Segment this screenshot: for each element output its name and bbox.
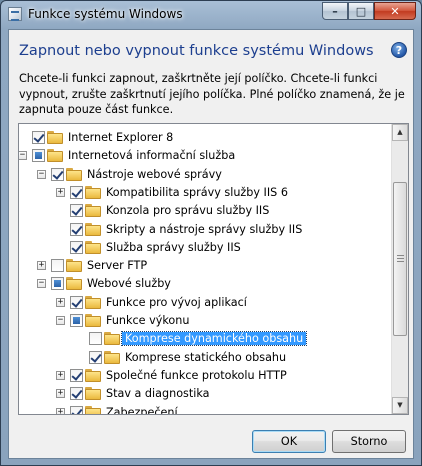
tree-item[interactable]: Komprese dynamického obsahu: [19, 330, 392, 348]
folder-icon: [85, 240, 101, 254]
scroll-up-button[interactable]: ▲: [392, 124, 408, 141]
tree-item[interactable]: Skripty a nástroje správy služby IIS: [19, 221, 392, 239]
folder-icon: [85, 314, 101, 327]
tree-item[interactable]: Služba správy služby IIS: [19, 239, 392, 257]
tree-item-label: Komprese dynamického obsahu: [120, 331, 308, 347]
tree-item[interactable]: Internet Explorer 8: [19, 129, 392, 147]
folder-icon: [85, 405, 101, 414]
tree-item[interactable]: + Zabezpečení: [19, 404, 392, 415]
feature-checkbox[interactable]: [70, 387, 83, 401]
tree-item-label: Internetová informační služba: [68, 149, 236, 163]
expand-icon[interactable]: +: [37, 261, 46, 271]
tree-item-label: Server FTP: [87, 259, 148, 273]
collapse-icon[interactable]: −: [56, 316, 65, 325]
feature-checkbox[interactable]: [51, 277, 64, 291]
tree-item[interactable]: Konzola pro správu služby IIS: [19, 202, 392, 220]
tree-item[interactable]: + Server FTP: [19, 257, 392, 275]
feature-checkbox[interactable]: [89, 332, 102, 346]
cancel-button[interactable]: Storno: [332, 430, 406, 453]
app-icon: [8, 7, 22, 21]
feature-checkbox[interactable]: [70, 314, 83, 327]
folder-icon: [85, 204, 101, 218]
scroll-grip-line: [397, 261, 404, 262]
expand-icon[interactable]: +: [56, 389, 65, 399]
tree-item[interactable]: − Funkce výkonu: [19, 312, 392, 330]
folder-icon: [85, 222, 101, 236]
feature-checkbox[interactable]: [32, 149, 45, 163]
features-tree: Internet Explorer 8 − Internetová informač…: [18, 123, 409, 415]
tree-item-label: Kompatibilita správy služby IIS 6: [106, 185, 288, 199]
folder-icon: [47, 131, 63, 144]
feature-checkbox[interactable]: [51, 167, 64, 181]
collapse-icon[interactable]: −: [19, 151, 27, 161]
tree-item-label: Komprese statického obsahu: [125, 350, 287, 364]
tree-item[interactable]: Komprese statického obsahu: [19, 349, 392, 367]
maximize-button[interactable]: □: [348, 2, 374, 20]
tree-item-label: Nástroje webové správy: [87, 167, 222, 181]
close-button[interactable]: ✕: [374, 2, 416, 20]
feature-checkbox[interactable]: [51, 259, 64, 273]
scroll-grip-line: [397, 255, 404, 256]
feature-checkbox[interactable]: [32, 131, 45, 144]
tree-item-label: Společné funkce protokolu HTTP: [106, 368, 287, 382]
title-bar[interactable]: Funkce systému Windows – □ ✕: [1, 1, 421, 29]
tree-item-label: Funkce pro vývoj aplikací: [106, 295, 247, 309]
window-title: Funkce systému Windows: [28, 7, 183, 21]
vertical-scrollbar[interactable]: ▲ ▼: [391, 124, 408, 414]
tree-item[interactable]: + Společné funkce protokolu HTTP: [19, 367, 392, 385]
expand-icon[interactable]: +: [56, 297, 65, 307]
folder-icon: [85, 185, 101, 199]
tree-item[interactable]: − Webové služby: [19, 275, 392, 293]
feature-checkbox[interactable]: [70, 368, 83, 382]
folder-icon: [85, 295, 101, 309]
scroll-down-button[interactable]: ▼: [392, 397, 408, 414]
feature-checkbox[interactable]: [70, 204, 83, 218]
feature-checkbox[interactable]: [70, 222, 83, 236]
tree-item[interactable]: − Nástroje webové správy: [19, 166, 392, 184]
tree-item[interactable]: + Kompatibilita správy služby IIS 6: [19, 184, 392, 202]
tree-item-label: Služba správy služby IIS: [106, 240, 241, 254]
features-window: Funkce systému Windows – □ ✕ Zapnout neb…: [0, 0, 422, 466]
feature-checkbox[interactable]: [89, 350, 102, 364]
ok-button[interactable]: OK: [252, 430, 326, 453]
tree-item-label: Zabezpečení: [106, 405, 178, 415]
expand-icon[interactable]: +: [56, 370, 65, 380]
tree-item-label: Konzola pro správu služby IIS: [106, 204, 270, 218]
tree-item[interactable]: + Funkce pro vývoj aplikací: [19, 294, 392, 312]
tree-item-label: Funkce výkonu: [106, 314, 190, 327]
tree-item-label: Stav a diagnostika: [106, 387, 210, 401]
expand-icon[interactable]: +: [56, 407, 65, 414]
folder-icon: [66, 277, 82, 291]
scroll-thumb[interactable]: [393, 182, 407, 336]
feature-checkbox[interactable]: [70, 295, 83, 309]
tree-item-label: Skripty a nástroje správy služby IIS: [106, 222, 303, 236]
scroll-grip-line: [397, 258, 404, 259]
features-tree-list: Internet Explorer 8 − Internetová informač…: [19, 124, 392, 414]
help-icon[interactable]: ?: [391, 42, 407, 58]
tree-item[interactable]: − Internetová informační služba: [19, 147, 392, 165]
tree-item-label: Webové služby: [87, 277, 171, 291]
folder-icon: [85, 368, 101, 382]
feature-checkbox[interactable]: [70, 240, 83, 254]
expand-icon[interactable]: +: [56, 187, 65, 197]
page-heading: Zapnout nebo vypnout funkce systému Wind…: [19, 43, 374, 59]
folder-icon: [47, 149, 63, 163]
tree-item-label: Internet Explorer 8: [68, 131, 174, 144]
dialog-client-area: Zapnout nebo vypnout funkce systému Wind…: [8, 29, 414, 459]
collapse-icon[interactable]: −: [37, 279, 46, 289]
minimize-button[interactable]: –: [322, 2, 348, 20]
caption-buttons: – □ ✕: [322, 2, 416, 20]
folder-icon: [104, 350, 120, 364]
feature-checkbox[interactable]: [70, 405, 83, 414]
collapse-icon[interactable]: −: [37, 169, 46, 179]
folder-icon: [85, 387, 101, 401]
folder-icon: [66, 259, 82, 273]
tree-item[interactable]: + Stav a diagnostika: [19, 385, 392, 403]
folder-icon: [104, 332, 120, 346]
feature-checkbox[interactable]: [70, 185, 83, 199]
description-text: Chcete-li funkci zapnout, zaškrtněte jej…: [19, 72, 405, 116]
folder-icon: [66, 167, 82, 181]
